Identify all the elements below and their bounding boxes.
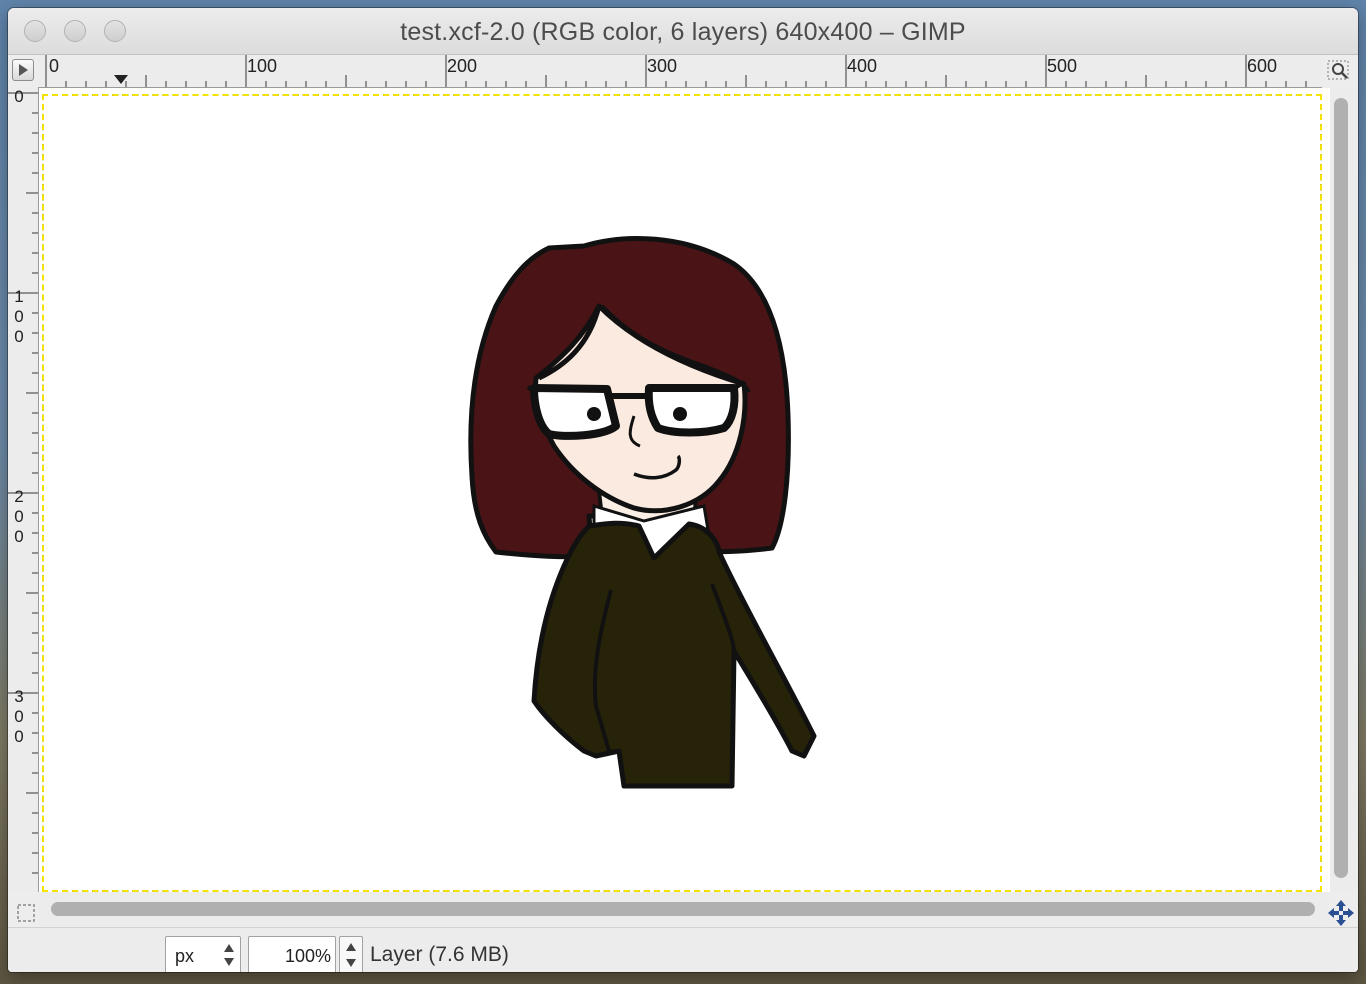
vruler-label-300: 300: [14, 687, 24, 746]
image-content: 0 100 200 300 400 500 600 0 100 200 300: [8, 55, 1358, 972]
image-canvas[interactable]: [42, 94, 1322, 892]
vruler-label-0: 0: [14, 87, 24, 106]
status-message: Layer (7.6 MB): [370, 943, 509, 966]
navigate-image-button[interactable]: [1326, 898, 1356, 928]
unit-selector[interactable]: px: [165, 936, 241, 972]
title-bar[interactable]: test.xcf-2.0 (RGB color, 6 layers) 640x4…: [8, 8, 1358, 55]
zoom-spin-arrows-icon: [346, 943, 356, 967]
quick-mask-toggle[interactable]: [16, 903, 36, 923]
hruler-label-0: 0: [49, 56, 60, 76]
zoom-level-input[interactable]: 100%: [248, 936, 336, 972]
hruler-label-200: 200: [447, 56, 478, 76]
hruler-label-600: 600: [1247, 56, 1278, 76]
vertical-scrollbar-thumb[interactable]: [1334, 98, 1348, 878]
hruler-label-500: 500: [1047, 56, 1078, 76]
image-menu-button[interactable]: [12, 59, 34, 81]
navigate-menu-icon: [19, 64, 28, 76]
vruler-label-200: 200: [14, 487, 24, 546]
vertical-scrollbar[interactable]: [1330, 88, 1358, 892]
gimp-image-window: test.xcf-2.0 (RGB color, 6 layers) 640x4…: [8, 8, 1358, 972]
hruler-label-400: 400: [847, 56, 878, 76]
hruler-label-100: 100: [247, 56, 278, 76]
sweater-shape: [531, 520, 817, 789]
unit-spin-arrows-icon: [224, 944, 234, 966]
zoom-level-value: 100%: [284, 946, 331, 966]
hruler-label-300: 300: [647, 56, 678, 76]
vruler-label-100: 100: [14, 287, 24, 346]
window-title: test.xcf-2.0 (RGB color, 6 layers) 640x4…: [400, 18, 966, 46]
pointer-position-marker-icon: [114, 75, 128, 84]
unit-value: px: [175, 946, 195, 966]
drawing-artwork: [468, 236, 817, 789]
zoom-fit-icon: [1327, 60, 1349, 80]
zoom-spin-button[interactable]: [339, 936, 363, 972]
zoom-image-button[interactable]: [1326, 59, 1352, 83]
vertical-ruler[interactable]: 0 100 200 300: [8, 87, 39, 892]
horizontal-scrollbar[interactable]: [39, 892, 1330, 926]
horizontal-scrollbar-thumb[interactable]: [51, 902, 1315, 916]
status-bar: px 100% Layer (7.6 MB): [8, 927, 1358, 972]
horizontal-ruler-ticks: [45, 55, 1307, 87]
navigation-move-icon: [1328, 900, 1354, 926]
horizontal-ruler[interactable]: 0 100 200 300 400 500 600: [38, 55, 1322, 88]
quick-mask-icon: [17, 904, 35, 922]
